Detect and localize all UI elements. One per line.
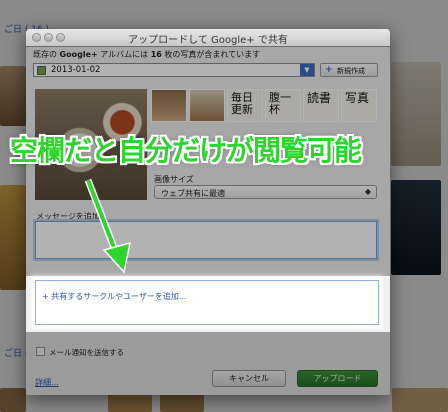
annotation-arrow <box>84 178 131 274</box>
